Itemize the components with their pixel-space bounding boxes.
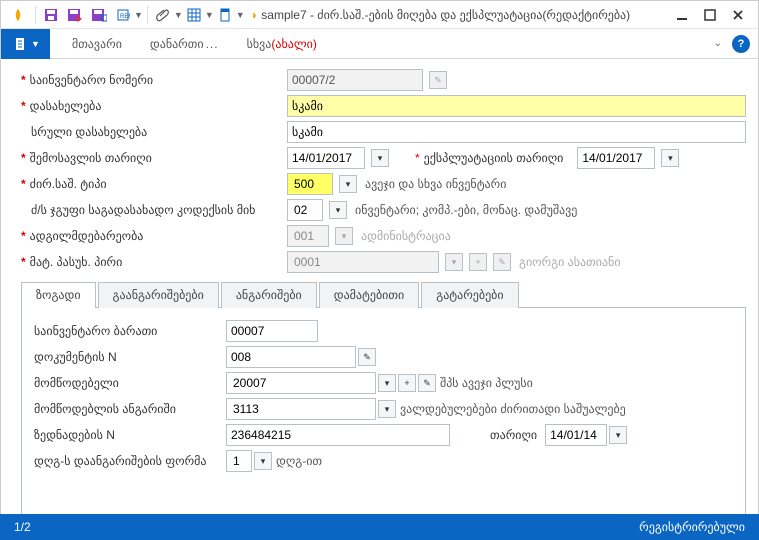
tax-group-dropdown-icon[interactable]: ▾ bbox=[329, 201, 347, 219]
menu-other[interactable]: სხვა(ახალი) bbox=[233, 37, 331, 51]
doc-name-text: sample7 bbox=[261, 8, 306, 22]
vat-form-combo[interactable] bbox=[226, 450, 252, 472]
tab-postings[interactable]: გატარებები bbox=[421, 282, 518, 308]
document-icon[interactable] bbox=[214, 4, 236, 26]
page-indicator: 1/2 bbox=[14, 520, 31, 534]
label-full-name: სრული დასახელება bbox=[21, 125, 287, 139]
location-dropdown-icon: ▾ bbox=[335, 227, 353, 245]
doc-n-edit-icon[interactable]: ✎ bbox=[358, 348, 376, 366]
invoice-n-field[interactable] bbox=[226, 424, 450, 446]
invoice-date-field[interactable] bbox=[545, 424, 607, 446]
full-name-field[interactable] bbox=[287, 121, 746, 143]
menubar-overflow-icon[interactable]: ⌄ bbox=[710, 38, 726, 49]
status-bar: 1/2 რეგისტრირებული bbox=[0, 514, 759, 540]
responsible-add-icon: + bbox=[469, 253, 487, 271]
asset-type-desc: ავეჯი და სხვა ინვენტარი bbox=[365, 177, 506, 191]
label-exploit-date: ექსპლუატაციის თარიღი bbox=[424, 151, 564, 165]
vat-form-desc: დღგ-ით bbox=[276, 454, 322, 468]
maximize-button[interactable] bbox=[696, 4, 724, 26]
supplier-dropdown-icon[interactable]: ▾ bbox=[378, 374, 396, 392]
doc-n-field[interactable] bbox=[226, 346, 356, 368]
inventory-number-edit-icon: ✎ bbox=[429, 71, 447, 89]
supplier-add-icon[interactable]: + bbox=[398, 374, 416, 392]
tax-group-desc: ინვენტარი; კომპ.-ები, მონაც. დამუშავე bbox=[355, 203, 577, 217]
titlebar: REF ▼ ▼ ▼ ▼ ◗ sample7 - ძირ.საშ.-ების მი… bbox=[1, 1, 758, 29]
close-button[interactable] bbox=[724, 4, 752, 26]
label-income-date: *შემოსავლის თარიღი bbox=[21, 151, 287, 165]
tab-body-general: საინვენტარო ბარათი დოკუმენტის N ✎ მომწოდ… bbox=[21, 308, 746, 515]
menubar: ▼ მთავარი დანართი... სხვა(ახალი) ⌄ ? bbox=[1, 29, 758, 59]
supplier-edit-icon[interactable]: ✎ bbox=[418, 374, 436, 392]
label-tax-group: ძ/ს ჯგუფი საგადასახადო კოდექსის მიხ bbox=[21, 203, 287, 217]
responsible-dropdown-icon: ▾ bbox=[445, 253, 463, 271]
label-supplier: მომწოდებელი bbox=[34, 376, 226, 390]
save-close-icon[interactable] bbox=[64, 4, 86, 26]
save-new-icon[interactable] bbox=[88, 4, 110, 26]
tab-calculations[interactable]: გაანგარიშებები bbox=[98, 282, 219, 308]
tab-strip: ზოგადი გაანგარიშებები ანგარიშები დამატებ… bbox=[21, 281, 746, 308]
name-field[interactable] bbox=[287, 95, 746, 117]
income-date-field[interactable] bbox=[287, 147, 365, 169]
label-invoice-date: თარიღი bbox=[490, 428, 537, 442]
label-name: *დასახელება bbox=[21, 99, 287, 113]
inventory-card-field[interactable] bbox=[226, 320, 318, 342]
supplier-combo[interactable] bbox=[226, 372, 376, 394]
document-dropdown-icon[interactable]: ▼ bbox=[236, 10, 245, 20]
label-supplier-account: მომწოდებლის ანგარიში bbox=[34, 402, 226, 416]
asset-type-combo[interactable] bbox=[287, 173, 333, 195]
app-icon bbox=[7, 4, 29, 26]
income-date-picker-icon[interactable]: ▾ bbox=[371, 149, 389, 167]
supplier-desc: შპს ავეჯი პლუსი bbox=[440, 376, 533, 390]
title-suffix-text: - ძირ.საშ.-ების მიღება და ექსპლუატაცია(რ… bbox=[307, 8, 631, 22]
location-combo bbox=[287, 225, 329, 247]
vat-form-dropdown-icon[interactable]: ▾ bbox=[254, 452, 272, 470]
attachment-icon[interactable] bbox=[152, 4, 174, 26]
tab-general[interactable]: ზოგადი bbox=[21, 282, 96, 308]
tax-group-combo[interactable] bbox=[287, 199, 323, 221]
supplier-account-desc: ვალდებულებები ძირითადი საშუალებე bbox=[400, 402, 626, 416]
form-area: *საინვენტარო ნომერი ✎ *დასახელება სრული … bbox=[1, 59, 758, 279]
label-doc-n: დოკუმენტის N bbox=[34, 350, 226, 364]
svg-text:REF: REF bbox=[120, 14, 130, 20]
supplier-account-dropdown-icon[interactable]: ▾ bbox=[378, 400, 396, 418]
responsible-desc: გიორგი ასათიანი bbox=[519, 255, 621, 269]
label-responsible: *მატ. პასუხ. პირი bbox=[21, 255, 287, 269]
menu-appendix[interactable]: დანართი... bbox=[136, 37, 233, 51]
label-vat-form: დღგ-ს დაანგარიშების ფორმა bbox=[34, 454, 226, 468]
minimize-button[interactable] bbox=[668, 4, 696, 26]
record-status: რეგისტრირებული bbox=[639, 520, 745, 534]
location-desc: ადმინისტრაცია bbox=[361, 229, 451, 243]
reference-dropdown-icon[interactable]: ▼ bbox=[134, 10, 143, 20]
reference-icon[interactable]: REF bbox=[112, 4, 134, 26]
exploit-date-picker-icon[interactable]: ▾ bbox=[661, 149, 679, 167]
menu-main[interactable]: მთავარი bbox=[58, 37, 136, 51]
help-button[interactable]: ? bbox=[732, 35, 750, 53]
inventory-number-field bbox=[287, 69, 423, 91]
supplier-account-combo[interactable] bbox=[226, 398, 376, 420]
exploit-date-field[interactable] bbox=[577, 147, 655, 169]
responsible-combo bbox=[287, 251, 439, 273]
invoice-date-picker-icon[interactable]: ▾ bbox=[609, 426, 627, 444]
asset-type-dropdown-icon[interactable]: ▾ bbox=[339, 175, 357, 193]
label-invoice-n: ზედნადების N bbox=[34, 428, 226, 442]
responsible-edit-icon: ✎ bbox=[493, 253, 511, 271]
window-title: ◗ sample7 - ძირ.საშ.-ების მიღება და ექსპ… bbox=[251, 8, 668, 22]
save-icon[interactable] bbox=[40, 4, 62, 26]
tab-additional[interactable]: დამატებითი bbox=[319, 282, 419, 308]
views-menu-button[interactable]: ▼ bbox=[1, 29, 50, 59]
attachment-dropdown-icon[interactable]: ▼ bbox=[174, 10, 183, 20]
label-inventory-number: *საინვენტარო ნომერი bbox=[21, 73, 287, 87]
label-inventory-card: საინვენტარო ბარათი bbox=[34, 324, 226, 338]
label-asset-type: *ძირ.საშ. ტიპი bbox=[21, 177, 287, 191]
grid-dropdown-icon[interactable]: ▼ bbox=[205, 10, 214, 20]
tab-accounts[interactable]: ანგარიშები bbox=[221, 282, 317, 308]
grid-icon[interactable] bbox=[183, 4, 205, 26]
label-location: *ადგილმდებარეობა bbox=[21, 229, 287, 243]
